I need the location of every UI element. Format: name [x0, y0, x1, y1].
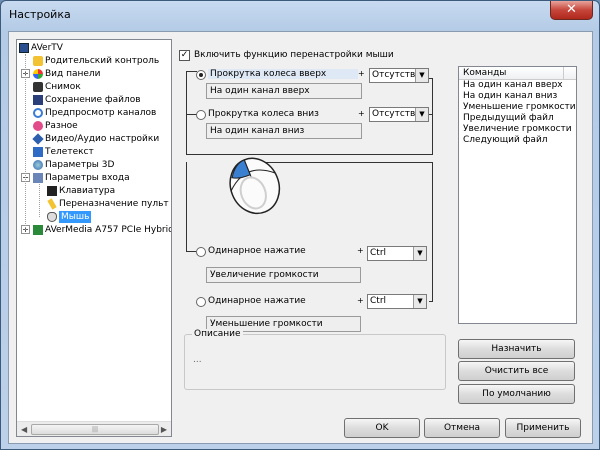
palette-icon	[33, 69, 43, 79]
connector-line	[186, 251, 196, 252]
close-icon: ✕	[566, 2, 577, 17]
card-icon	[33, 225, 43, 235]
connector-line	[429, 301, 433, 302]
chevron-down-icon: ▼	[415, 69, 428, 82]
connector-line	[432, 78, 433, 155]
camera-icon	[33, 82, 43, 92]
input-icon	[33, 173, 43, 183]
settings-window: Настройка ✕ AVerTV Родительский контроль…	[0, 0, 600, 450]
list-item[interactable]: На один канал вниз	[459, 91, 576, 102]
window-title: Настройка	[9, 8, 71, 21]
wheel-up-label: Прокрутка колеса вверх	[208, 69, 358, 79]
connector-line	[186, 71, 187, 154]
list-item[interactable]: На один канал вверх	[459, 80, 576, 91]
connector-line	[432, 162, 433, 302]
scroll-right-icon[interactable]: ▶	[161, 425, 167, 434]
eye-icon	[33, 108, 43, 118]
wheel-down-command-field: На один канал вниз	[206, 123, 362, 139]
plus-sign: +	[358, 109, 365, 118]
left-click-command-field: Увеличение громкости	[206, 267, 361, 283]
ok-button[interactable]: OK	[344, 418, 420, 438]
wheel-down-radio[interactable]	[196, 110, 206, 120]
avertv-icon	[19, 43, 29, 53]
settings-tree: AVerTV Родительский контроль + Вид панел…	[16, 39, 172, 437]
title-bar[interactable]: Настройка ✕	[1, 1, 599, 27]
clear-all-button[interactable]: Очистить все	[458, 361, 575, 381]
left-click-radio[interactable]	[196, 247, 206, 257]
wheel-up-radio[interactable]	[196, 70, 206, 80]
enable-checkbox-label: Включить функцию перенастройки мыши	[194, 50, 394, 60]
list-item[interactable]: Уменьшение громкости	[459, 102, 576, 113]
list-item[interactable]: Следующий файл	[459, 135, 576, 146]
commands-header[interactable]: Команды	[459, 67, 576, 80]
assign-button[interactable]: Назначить	[458, 339, 575, 359]
tools-icon	[32, 133, 44, 145]
plus-sign: +	[357, 246, 364, 255]
gear-icon	[33, 160, 43, 170]
left-click-modifier-select[interactable]: Ctrl ▼	[367, 246, 427, 261]
apply-button[interactable]: Применить	[505, 418, 581, 438]
teletext-icon	[33, 147, 43, 157]
wheel-up-modifier-select[interactable]: Отсутству ▼	[369, 68, 429, 83]
connector-line	[429, 114, 433, 115]
list-item[interactable]: Увеличение громкости	[459, 124, 576, 135]
list-item[interactable]: Предыдущий файл	[459, 113, 576, 124]
scroll-thumb[interactable]: |||	[31, 424, 159, 435]
chevron-down-icon: ▼	[413, 247, 426, 260]
mouse-illustration	[229, 157, 281, 215]
wheel-down-modifier-select[interactable]: Отсутству ▼	[369, 107, 429, 122]
tree-line	[39, 184, 40, 217]
lock-icon	[33, 56, 43, 66]
right-click-radio[interactable]	[196, 297, 206, 307]
description-title: Описание	[192, 329, 243, 339]
mouse-icon	[47, 212, 57, 222]
horizontal-scrollbar[interactable]: ◀ ||| ▶	[17, 421, 171, 436]
connector-line	[186, 162, 187, 252]
misc-icon	[33, 121, 43, 131]
scroll-left-icon[interactable]: ◀	[21, 425, 27, 434]
connector-line	[429, 78, 433, 79]
keyboard-icon	[47, 186, 57, 196]
chevron-down-icon: ▼	[415, 108, 428, 121]
column-separator	[563, 67, 564, 80]
close-button[interactable]: ✕	[550, 1, 593, 20]
right-click-modifier-select[interactable]: Ctrl ▼	[367, 294, 427, 309]
floppy-icon	[33, 95, 43, 105]
dialog-body: AVerTV Родительский контроль + Вид панел…	[8, 31, 593, 444]
description-group: ...	[184, 334, 446, 390]
wheel-down-label: Прокрутка колеса вниз	[208, 109, 319, 119]
enable-checkbox[interactable]: ✓	[179, 50, 190, 61]
chevron-down-icon: ▼	[413, 295, 426, 308]
connector-line	[186, 71, 197, 72]
defaults-button[interactable]: По умолчанию	[458, 384, 575, 404]
plus-sign: +	[358, 69, 365, 78]
cancel-button[interactable]: Отмена	[424, 418, 500, 438]
right-click-label: Одинарное нажатие	[208, 296, 306, 306]
left-click-label: Одинарное нажатие	[208, 246, 306, 256]
wheel-up-command-field: На один канал вверх	[206, 83, 362, 99]
pencil-icon	[47, 198, 57, 210]
plus-sign: +	[357, 296, 364, 305]
description-text: ...	[193, 355, 202, 365]
tree-line	[25, 54, 26, 230]
commands-list[interactable]: Команды На один канал вверх На один кана…	[458, 66, 577, 324]
